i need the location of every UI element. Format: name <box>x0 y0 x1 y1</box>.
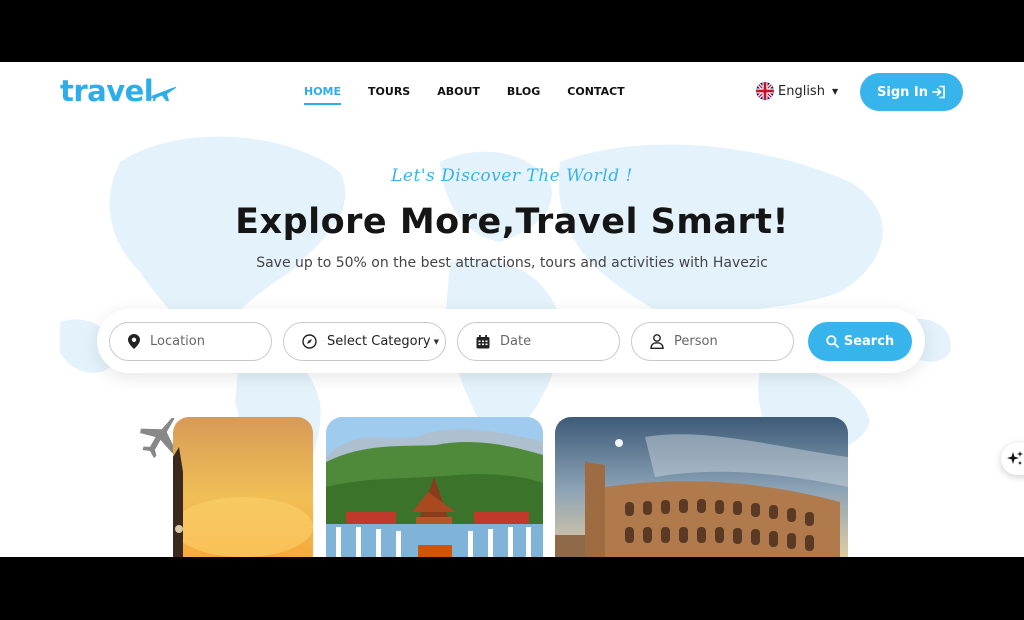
nav-contact[interactable]: CONTACT <box>567 85 624 105</box>
chevron-down-icon: ▼ <box>831 86 839 96</box>
nav-home[interactable]: HOME <box>304 85 342 105</box>
category-label: Select Category <box>327 334 431 349</box>
london-big-ben-image <box>173 417 313 557</box>
location-field[interactable]: Location <box>109 322 272 361</box>
letterbox-bottom <box>0 557 1024 620</box>
brand-logo[interactable]: travel <box>60 74 177 108</box>
rome-colosseum-image <box>555 417 848 557</box>
letterbox-top <box>0 0 1024 62</box>
hero-tagline: Let's Discover The World ! <box>391 166 633 186</box>
search-icon <box>826 335 839 348</box>
date-placeholder: Date <box>500 334 532 349</box>
page: travel HOME TOURS ABOUT BLOG CONTACT Eng… <box>0 62 1024 557</box>
location-placeholder: Location <box>150 334 205 349</box>
ai-assistant-widget[interactable] <box>1001 443 1024 475</box>
hero-subline: Save up to 50% on the best attractions, … <box>256 255 768 271</box>
sign-in-button[interactable]: Sign In <box>860 73 963 111</box>
uk-flag-icon <box>756 82 774 100</box>
nav-tours[interactable]: TOURS <box>368 85 410 105</box>
chevron-down-icon: ▼ <box>433 337 440 346</box>
search-button-label: Search <box>843 334 895 349</box>
person-field[interactable]: Person <box>631 322 794 361</box>
date-field[interactable]: Date <box>457 322 620 361</box>
sign-in-icon <box>932 85 945 99</box>
nav-blog[interactable]: BLOG <box>507 85 540 105</box>
thai-temple-image <box>326 417 543 557</box>
search-bar: Location Select Category ▼ Date Person S… <box>97 309 925 373</box>
sparkle-icon <box>1007 451 1023 465</box>
hero-headline: Explore More,Travel Smart! <box>235 202 789 242</box>
category-select[interactable]: Select Category ▼ <box>283 322 446 361</box>
logo-plane-icon <box>150 86 177 101</box>
search-button[interactable]: Search <box>808 322 912 361</box>
nav-about[interactable]: ABOUT <box>437 85 480 105</box>
calendar-icon <box>476 334 490 348</box>
language-label: English <box>778 83 825 99</box>
user-icon <box>650 334 664 349</box>
map-pin-icon <box>128 334 140 349</box>
language-selector[interactable]: English ▼ <box>756 82 838 100</box>
sign-in-label: Sign In <box>877 84 928 100</box>
person-placeholder: Person <box>674 334 718 349</box>
logo-text: travel <box>60 74 154 108</box>
destination-card-temple[interactable] <box>326 417 543 557</box>
destination-card-london[interactable] <box>173 417 313 557</box>
compass-icon <box>302 334 317 349</box>
main-nav: HOME TOURS ABOUT BLOG CONTACT <box>304 85 652 105</box>
destination-card-colosseum[interactable] <box>555 417 848 557</box>
